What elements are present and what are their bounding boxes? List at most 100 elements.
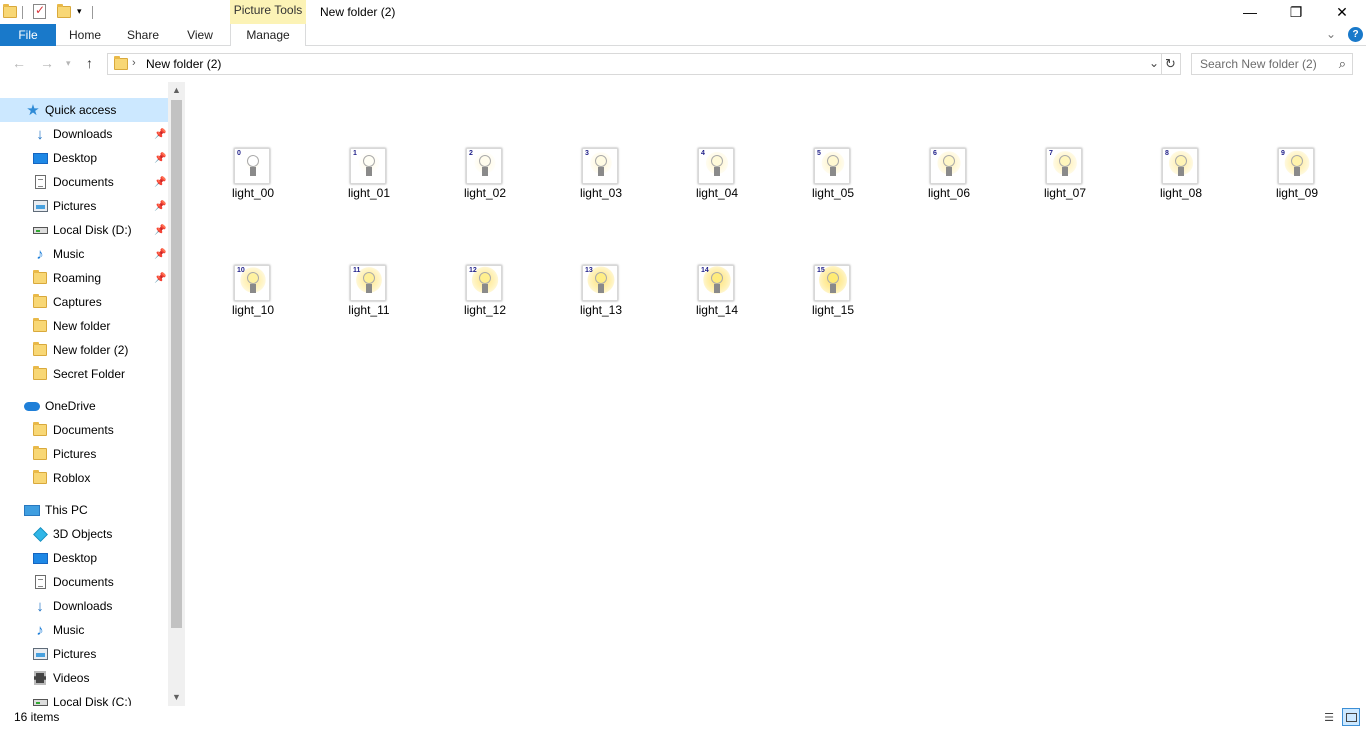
address-dropdown-chevron-icon[interactable]: ⌄ — [1149, 56, 1159, 70]
tab-file[interactable]: File — [0, 24, 56, 46]
pin-icon[interactable]: 📌 — [154, 201, 166, 212]
pin-icon[interactable]: 📌 — [154, 249, 166, 260]
up-button[interactable]: ↑ — [86, 55, 93, 71]
sidebar-item-pc-videos[interactable]: Videos — [0, 666, 168, 690]
sidebar-item-secret-folder[interactable]: Secret Folder — [0, 362, 168, 386]
sidebar-item-this-pc[interactable]: This PC — [0, 498, 168, 522]
search-input[interactable]: Search New folder (2) ⌕ — [1191, 53, 1353, 75]
file-name: light_12 — [463, 303, 507, 317]
sidebar-item-onedrive-documents[interactable]: Documents — [0, 418, 168, 442]
pin-icon[interactable]: 📌 — [154, 273, 166, 284]
file-name: light_04 — [695, 186, 739, 200]
close-button[interactable]: ✕ — [1319, 0, 1365, 24]
sidebar-item-local-disk-d[interactable]: Local Disk (D:) 📌 — [0, 218, 168, 242]
chevron-right-icon[interactable]: › — [132, 57, 136, 69]
restore-button[interactable]: ❐ — [1273, 0, 1319, 24]
tab-home[interactable]: Home — [62, 24, 108, 46]
sidebar-item-documents[interactable]: Documents 📌 — [0, 170, 168, 194]
sidebar-item-quick-access[interactable]: ★ Quick access — [0, 98, 168, 122]
file-item[interactable]: 4 light_04 — [676, 148, 758, 228]
help-button[interactable]: ? — [1348, 27, 1363, 42]
sidebar-item-pc-pictures[interactable]: Pictures — [0, 642, 168, 666]
restore-icon: ❐ — [1289, 3, 1303, 20]
details-view-button[interactable]: ☰ — [1320, 708, 1338, 726]
search-icon[interactable]: ⌕ — [1339, 56, 1346, 72]
pin-icon[interactable]: 📌 — [154, 177, 166, 188]
sidebar-item-onedrive-pictures[interactable]: Pictures — [0, 442, 168, 466]
up-arrow-icon: ↑ — [86, 55, 93, 71]
folder-icon[interactable] — [3, 4, 19, 20]
minimize-button[interactable]: — — [1227, 0, 1273, 24]
file-item[interactable]: 7 light_07 — [1024, 148, 1106, 228]
picture-tools-context-label: Picture Tools — [230, 0, 306, 24]
sidebar-item-3d-objects[interactable]: 3D Objects — [0, 522, 168, 546]
file-item[interactable]: 15 light_15 — [792, 265, 874, 345]
sidebar-item-downloads[interactable]: ↓ Downloads 📌 — [0, 122, 168, 146]
sidebar-item-pc-downloads[interactable]: ↓ Downloads — [0, 594, 168, 618]
file-item[interactable]: 5 light_05 — [792, 148, 874, 228]
sidebar-item-pictures[interactable]: Pictures 📌 — [0, 194, 168, 218]
onedrive-cloud-icon — [24, 398, 40, 414]
file-item[interactable]: 10 light_10 — [212, 265, 294, 345]
sidebar-item-local-disk-c[interactable]: Local Disk (C:) — [0, 690, 168, 706]
navigation-pane: ★ Quick access ↓ Downloads 📌 Desktop 📌 D… — [0, 82, 168, 706]
bulb-base — [482, 284, 488, 293]
bulb-base — [946, 167, 952, 176]
recent-locations-button[interactable]: ▾ — [66, 58, 71, 69]
pin-icon[interactable]: 📌 — [154, 153, 166, 164]
file-item[interactable]: 11 light_11 — [328, 265, 410, 345]
file-item[interactable]: 1 light_01 — [328, 148, 410, 228]
sidebar-item-pc-desktop[interactable]: Desktop — [0, 546, 168, 570]
file-item[interactable]: 3 light_03 — [560, 148, 642, 228]
sidebar-item-music[interactable]: ♪ Music 📌 — [0, 242, 168, 266]
sidebar-item-label: Pictures — [53, 447, 97, 461]
customize-toolbar-chevron-icon[interactable]: ▾ — [77, 6, 82, 17]
file-item[interactable]: 9 light_09 — [1256, 148, 1338, 228]
file-item[interactable]: 2 light_02 — [444, 148, 526, 228]
pin-icon[interactable]: 📌 — [154, 129, 166, 140]
folder-icon — [32, 342, 48, 358]
scroll-down-arrow-icon[interactable]: ▼ — [168, 689, 185, 706]
scrollbar-thumb[interactable] — [171, 100, 182, 628]
sidebar-item-pc-documents[interactable]: Documents — [0, 570, 168, 594]
file-item[interactable]: 6 light_06 — [908, 148, 990, 228]
file-item[interactable]: 12 light_12 — [444, 265, 526, 345]
tab-view[interactable]: View — [178, 24, 222, 46]
sidebar-item-new-folder[interactable]: New folder — [0, 314, 168, 338]
large-icons-view-button[interactable] — [1342, 708, 1360, 726]
expand-ribbon-chevron-icon[interactable]: ⌄ — [1326, 27, 1336, 41]
lightbulb-icon — [247, 272, 259, 284]
sidebar-item-onedrive-roblox[interactable]: Roblox — [0, 466, 168, 490]
refresh-button[interactable]: ↻ — [1161, 53, 1181, 75]
address-path[interactable]: New folder (2) — [146, 57, 221, 71]
file-name: light_06 — [927, 186, 971, 200]
frame-number: 7 — [1049, 150, 1053, 157]
new-folder-icon[interactable] — [57, 4, 73, 20]
image-thumbnail: 1 — [350, 148, 386, 184]
scroll-up-arrow-icon[interactable]: ▲ — [168, 82, 185, 99]
image-thumbnail: 10 — [234, 265, 270, 301]
sidebar-item-new-folder-2[interactable]: New folder (2) — [0, 338, 168, 362]
address-bar[interactable]: › New folder (2) ⌄ — [107, 53, 1162, 75]
status-bar: 16 items ☰ — [0, 706, 1366, 729]
properties-icon[interactable] — [33, 3, 49, 20]
tab-share[interactable]: Share — [120, 24, 166, 46]
frame-number: 9 — [1281, 150, 1285, 157]
back-button[interactable]: ← — [12, 55, 26, 71]
sidebar-item-desktop[interactable]: Desktop 📌 — [0, 146, 168, 170]
sidebar-item-roaming[interactable]: Roaming 📌 — [0, 266, 168, 290]
file-item[interactable]: 14 light_14 — [676, 265, 758, 345]
sidebar-item-label: New folder (2) — [53, 343, 129, 357]
forward-button[interactable]: → — [40, 55, 54, 71]
lightbulb-icon — [711, 155, 723, 167]
sidebar-item-onedrive[interactable]: OneDrive — [0, 394, 168, 418]
sidebar-scrollbar[interactable]: ▲ ▼ — [168, 82, 185, 706]
sidebar-item-pc-music[interactable]: ♪ Music — [0, 618, 168, 642]
file-item[interactable]: 13 light_13 — [560, 265, 642, 345]
pin-icon[interactable]: 📌 — [154, 225, 166, 236]
file-list-view[interactable]: 0 light_00 1 light_01 2 light_02 3 light_03 4 lig… — [186, 82, 1366, 706]
file-item[interactable]: 0 light_00 — [212, 148, 294, 228]
file-item[interactable]: 8 light_08 — [1140, 148, 1222, 228]
tab-manage[interactable]: Manage — [230, 24, 306, 46]
sidebar-item-captures[interactable]: Captures — [0, 290, 168, 314]
